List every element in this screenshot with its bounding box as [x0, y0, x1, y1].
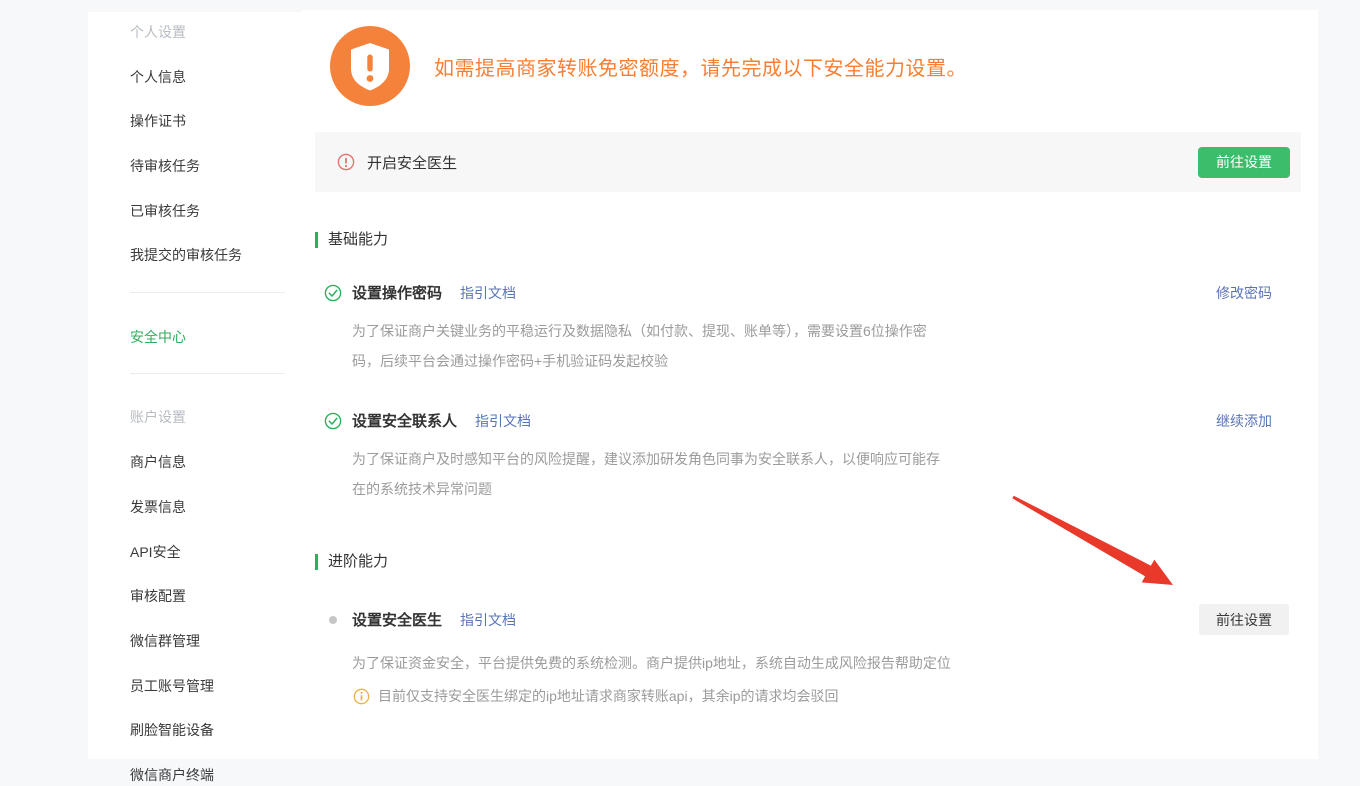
security-banner: 如需提高商家转账免密额度，请先完成以下安全能力设置。 — [302, 10, 1318, 106]
modify-password-link[interactable]: 修改密码 — [1216, 283, 1272, 303]
sidebar-item-personal-info[interactable]: 个人信息 — [130, 66, 302, 88]
check-circle-icon — [324, 284, 342, 302]
section-title-basic-capabilities: 基础能力 — [315, 232, 1318, 248]
sidebar-item-merchant-info[interactable]: 商户信息 — [130, 451, 302, 473]
section-title-advanced-capabilities: 进阶能力 — [315, 554, 1318, 570]
capability-title: 设置操作密码 — [352, 282, 442, 303]
capability-title: 设置安全医生 — [352, 609, 442, 630]
sidebar-item-api-security[interactable]: API安全 — [130, 541, 302, 563]
continue-add-link[interactable]: 继续添加 — [1216, 411, 1272, 431]
sidebar-divider — [130, 373, 285, 374]
warning-circle-icon — [337, 153, 355, 171]
pending-dot-icon — [324, 611, 342, 629]
guide-doc-link[interactable]: 指引文档 — [460, 610, 516, 630]
sidebar-item-face-smart-device[interactable]: 刷脸智能设备 — [130, 719, 302, 741]
banner-message: 如需提高商家转账免密额度，请先完成以下安全能力设置。 — [434, 52, 967, 81]
sidebar-list: 个人设置 个人信息 操作证书 待审核任务 已审核任务 我提交的审核任务 安全中心… — [88, 12, 302, 786]
capability-title: 设置安全联系人 — [352, 410, 457, 431]
sidebar-item-my-submitted-tasks[interactable]: 我提交的审核任务 — [130, 244, 302, 266]
security-doctor-alert-bar: 开启安全医生 前往设置 — [315, 132, 1301, 192]
capability-row-security-doctor: 设置安全医生 指引文档 前往设置 — [324, 604, 1289, 635]
sidebar-item-invoice-info[interactable]: 发票信息 — [130, 496, 302, 518]
capability-row-security-contact: 设置安全联系人 指引文档 继续添加 — [324, 410, 1272, 431]
sidebar-divider — [130, 292, 285, 293]
sidebar-item-reviewed-tasks[interactable]: 已审核任务 — [130, 200, 302, 222]
sidebar-item-operation-certificate[interactable]: 操作证书 — [130, 110, 302, 132]
go-to-settings-button-secondary[interactable]: 前往设置 — [1199, 604, 1289, 635]
capability-row-operation-password: 设置操作密码 指引文档 修改密码 — [324, 282, 1272, 303]
sidebar-item-wechat-merchant-terminal[interactable]: 微信商户终端 — [130, 764, 302, 786]
sidebar-header-personal-settings: 个人设置 — [130, 21, 302, 43]
go-to-settings-button[interactable]: 前往设置 — [1198, 147, 1290, 178]
capability-description: 为了保证商户及时感知平台的风险提醒，建议添加研发角色同事为安全联系人，以便响应可… — [352, 444, 952, 504]
check-circle-icon — [324, 412, 342, 430]
alert-title: 开启安全医生 — [367, 152, 457, 173]
capability-description: 为了保证商户关键业务的平稳运行及数据隐私（如付款、提现、账单等），需要设置6位操… — [352, 316, 952, 376]
sidebar-item-security-center[interactable]: 安全中心 — [130, 326, 302, 348]
sidebar-header-account-settings: 账户设置 — [130, 406, 302, 428]
sidebar-item-staff-account-management[interactable]: 员工账号管理 — [130, 675, 302, 697]
shield-exclamation-icon — [330, 26, 410, 106]
sidebar-item-review-config[interactable]: 审核配置 — [130, 585, 302, 607]
note-text: 目前仅支持安全医生绑定的ip地址请求商家转账api，其余ip的请求均会驳回 — [378, 686, 838, 706]
capability-note: 目前仅支持安全医生绑定的ip地址请求商家转账api，其余ip的请求均会驳回 — [352, 686, 1318, 706]
guide-doc-link[interactable]: 指引文档 — [460, 283, 516, 303]
sidebar-item-wechat-group-management[interactable]: 微信群管理 — [130, 630, 302, 652]
capability-description: 为了保证资金安全，平台提供免费的系统检测。商户提供ip地址，系统自动生成风险报告… — [352, 648, 1012, 678]
sidebar: 个人设置 个人信息 操作证书 待审核任务 已审核任务 我提交的审核任务 安全中心… — [88, 12, 302, 759]
sidebar-item-pending-review-tasks[interactable]: 待审核任务 — [130, 155, 302, 177]
guide-doc-link[interactable]: 指引文档 — [475, 411, 531, 431]
info-circle-icon — [352, 687, 370, 705]
security-center-panel: 如需提高商家转账免密额度，请先完成以下安全能力设置。 开启安全医生 前往设置 基… — [302, 10, 1318, 759]
